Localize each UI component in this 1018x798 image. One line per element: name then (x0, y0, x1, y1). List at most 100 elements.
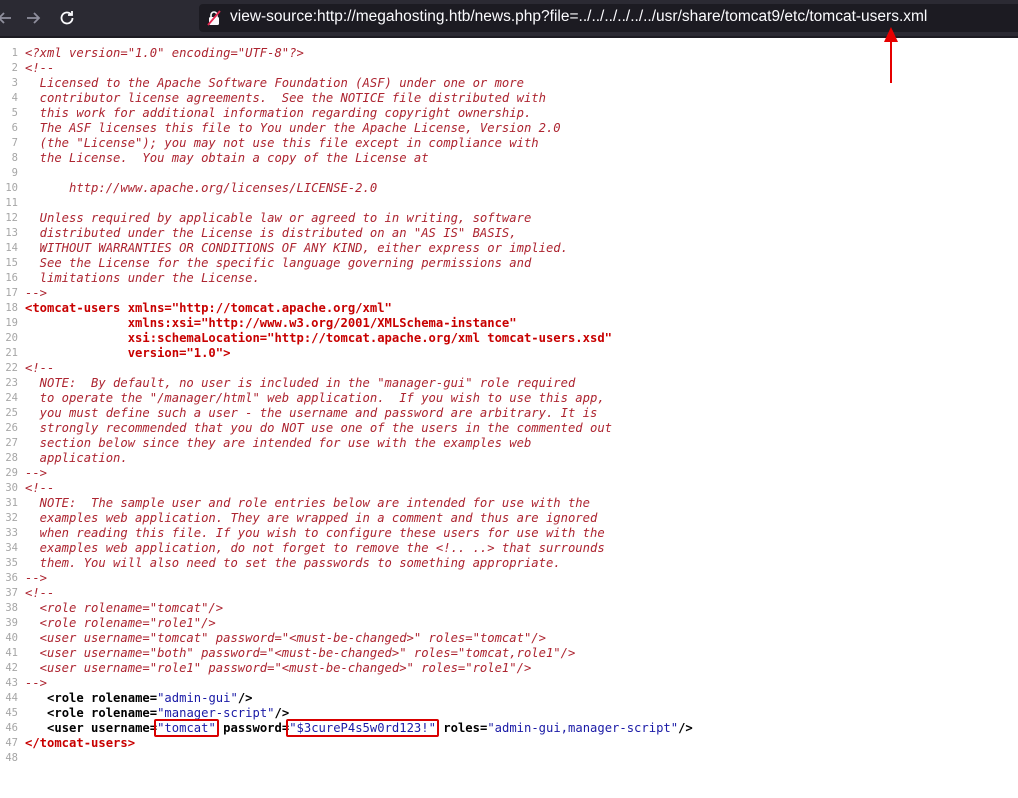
line-number: 5 (11, 107, 18, 119)
tomcat-users-open-tag: xmlns:xsi="http://www.w3.org/2001/XMLSch… (25, 316, 517, 330)
source-line: distributed under the License is distrib… (25, 226, 517, 240)
source-line: <!-- (25, 61, 55, 75)
line-number: 27 (5, 437, 18, 449)
tomcat-users-close-tag: </tomcat-users> (25, 736, 136, 750)
red-arrow-annotation (884, 27, 898, 83)
source-line: xmlns:xsi="http://www.w3.org/2001/XMLSch… (25, 316, 517, 331)
source-line: --> (25, 571, 48, 585)
line-number: 15 (5, 257, 18, 269)
tomcat-users-open-tag: <tomcat-users xmlns="http://tomcat.apach… (25, 301, 392, 315)
line-number: 9 (11, 167, 18, 179)
source-line: version="1.0"> (25, 346, 231, 361)
source-line: --> (25, 286, 48, 300)
line-number: 17 (5, 287, 18, 299)
line-number: 40 (5, 632, 18, 644)
source-line: examples web application. They are wrapp… (25, 511, 598, 525)
line-number: 47 (5, 737, 18, 749)
credential-highlight-box (154, 719, 219, 737)
line-number: 14 (5, 242, 18, 254)
line-number: 39 (5, 617, 18, 629)
line-number: 18 (5, 302, 18, 314)
source-line: examples web application, do not forget … (25, 541, 605, 555)
source-line: http://www.apache.org/licenses/LICENSE-2… (25, 181, 378, 195)
source-line: <user username="both" password="<must-be… (25, 646, 576, 660)
source-line: </tomcat-users> (25, 736, 135, 751)
source-line: this work for additional information reg… (25, 106, 532, 120)
source-line: --> (25, 466, 48, 480)
source-line: to operate the "/manager/html" web appli… (25, 391, 605, 405)
line-number: 3 (11, 77, 18, 89)
line-number: 19 (5, 317, 18, 329)
line-number: 31 (5, 497, 18, 509)
source-line: <role rolename="role1"/> (25, 616, 216, 630)
tomcat-users-open-tag: version="1.0"> (25, 346, 231, 360)
source-line: <role rolename="admin-gui"/> (47, 691, 253, 705)
source-line: <!-- (25, 361, 55, 375)
line-number: 41 (5, 647, 18, 659)
source-line: xsi:schemaLocation="http://tomcat.apache… (25, 331, 612, 346)
source-line: them. You will also need to set the pass… (25, 556, 561, 570)
source-line: contributor license agreements. See the … (25, 91, 546, 105)
line-number: 44 (5, 692, 18, 704)
line-number: 16 (5, 272, 18, 284)
toolbar-divider (0, 36, 1018, 38)
source-line: <?xml version="1.0" encoding="UTF-8"?> (25, 46, 304, 60)
line-number: 23 (5, 377, 18, 389)
tomcat-users-open-tag: xsi:schemaLocation="http://tomcat.apache… (25, 331, 612, 345)
source-line: <user username="tomcat" password="<must-… (25, 631, 546, 645)
line-number: 34 (5, 542, 18, 554)
line-number: 4 (11, 92, 18, 104)
source-line: <user username="role1" password="<must-b… (25, 661, 532, 675)
line-number: 8 (11, 152, 18, 164)
credential-highlight-box (286, 719, 439, 737)
source-line: NOTE: By default, no user is included in… (25, 376, 576, 390)
line-number: 22 (5, 362, 18, 374)
source-line: Licensed to the Apache Software Foundati… (25, 76, 524, 90)
source-line: See the License for the specific languag… (25, 256, 532, 270)
line-number: 1 (11, 47, 18, 59)
line-number: 35 (5, 557, 18, 569)
line-number: 45 (5, 707, 18, 719)
source-line: --> (25, 676, 48, 690)
line-number: 6 (11, 122, 18, 134)
line-number: 12 (5, 212, 18, 224)
line-number: 37 (5, 587, 18, 599)
line-number: 21 (5, 347, 18, 359)
source-line: Unless required by applicable law or agr… (25, 211, 532, 225)
line-number: 43 (5, 677, 18, 689)
line-number: 42 (5, 662, 18, 674)
line-number: 32 (5, 512, 18, 524)
url-text[interactable]: view-source:http://megahosting.htb/news.… (230, 6, 927, 28)
line-number: 48 (5, 752, 18, 764)
line-number: 2 (11, 62, 18, 74)
source-line: NOTE: The sample user and role entries b… (25, 496, 590, 510)
line-number: 24 (5, 392, 18, 404)
line-number: 29 (5, 467, 18, 479)
line-number: 28 (5, 452, 18, 464)
line-number: 26 (5, 422, 18, 434)
source-line: The ASF licenses this file to You under … (25, 121, 561, 135)
line-number: 33 (5, 527, 18, 539)
source-line: WITHOUT WARRANTIES OR CONDITIONS OF ANY … (25, 241, 568, 255)
back-arrow-icon[interactable] (0, 6, 14, 30)
line-number: 10 (5, 182, 18, 194)
source-line: (the "License"); you may not use this fi… (25, 136, 539, 150)
source-line: <role rolename="tomcat"/> (25, 601, 224, 615)
line-number: 7 (11, 137, 18, 149)
line-number: 46 (5, 722, 18, 734)
insecure-lock-icon[interactable] (206, 10, 222, 26)
reload-icon[interactable] (55, 6, 79, 30)
line-number: 20 (5, 332, 18, 344)
line-number: 13 (5, 227, 18, 239)
line-number: 11 (5, 197, 18, 209)
source-line: limitations under the License. (25, 271, 260, 285)
source-line: strongly recommended that you do NOT use… (25, 421, 612, 435)
line-number: 38 (5, 602, 18, 614)
line-number: 36 (5, 572, 18, 584)
source-line: <!-- (25, 586, 55, 600)
source-line: application. (25, 451, 128, 465)
line-number: 25 (5, 407, 18, 419)
forward-arrow-icon[interactable] (22, 6, 46, 30)
source-line: the License. You may obtain a copy of th… (25, 151, 429, 165)
source-line: <tomcat-users xmlns="http://tomcat.apach… (25, 301, 392, 316)
